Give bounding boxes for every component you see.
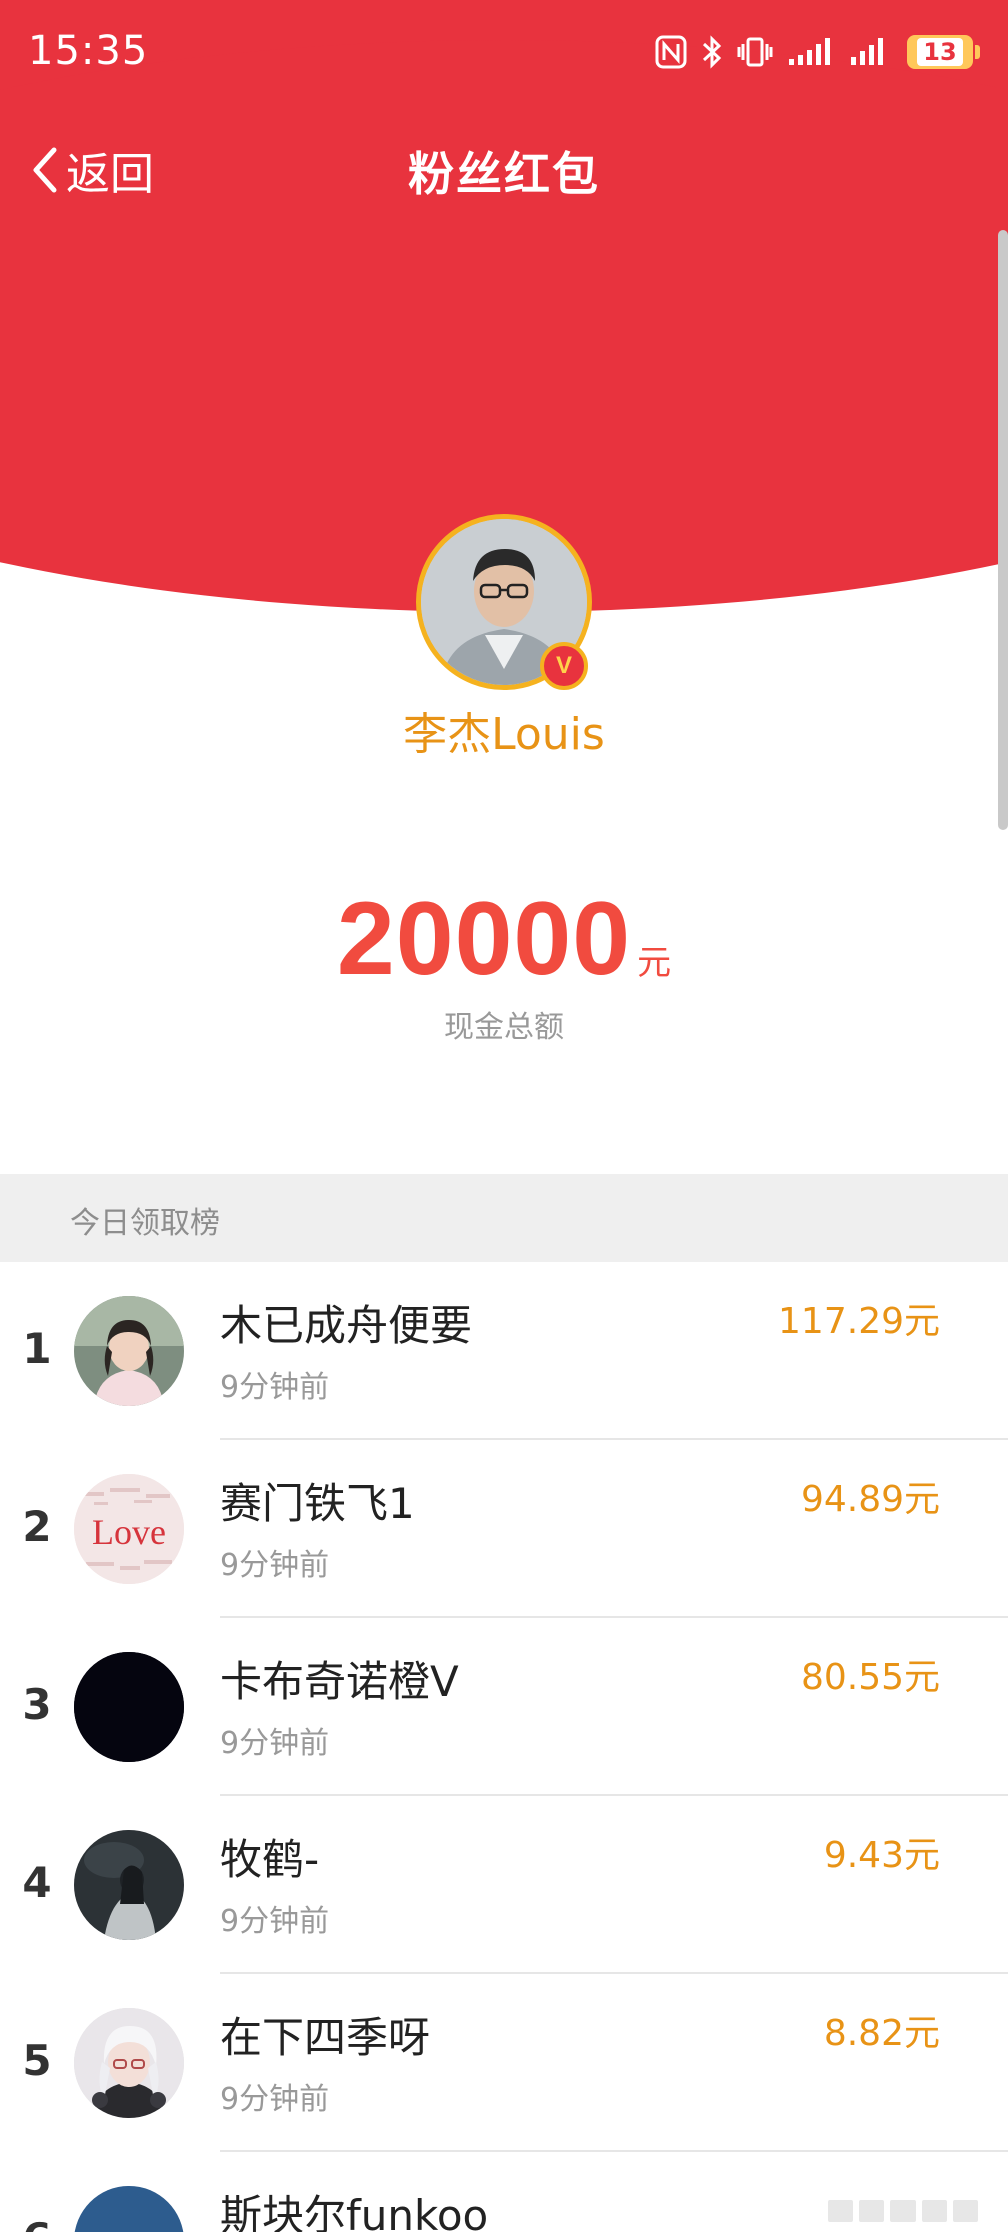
claim-amount: 80.55元 <box>800 1657 940 1698</box>
avatar-photo <box>74 1296 184 1406</box>
claim-amount: 8.82元 <box>823 2013 940 2054</box>
avatar[interactable] <box>74 1830 184 1940</box>
avatar[interactable]: Love <box>74 1474 184 1584</box>
claim-time: 9分钟前 <box>220 1726 330 1761</box>
battery-indicator: 13 <box>907 35 980 69</box>
avatar[interactable] <box>74 1296 184 1406</box>
rank-number: 4 <box>22 1858 52 1907</box>
avatar-photo <box>74 2008 184 2118</box>
avatar[interactable] <box>74 2186 184 2232</box>
user-name: 在下四季呀 <box>220 2013 431 2062</box>
signal-icon <box>789 38 830 65</box>
battery-tip <box>975 45 980 59</box>
status-time: 15:35 <box>28 28 149 74</box>
ranking-header-label: 今日领取榜 <box>70 1206 220 1241</box>
rank-number: 1 <box>22 1324 52 1373</box>
avatar[interactable] <box>74 1652 184 1762</box>
status-icons: 13 <box>655 30 980 74</box>
user-name: 赛门铁飞1 <box>220 1479 415 1528</box>
bluetooth-icon <box>702 35 722 69</box>
verified-badge-letter: V <box>555 652 572 679</box>
claim-time: 9分钟前 <box>220 1904 330 1939</box>
user-name: 卡布奇诺橙V <box>220 1657 459 1706</box>
claim-time: 9分钟前 <box>220 2082 330 2117</box>
list-item[interactable]: 2 Love 赛门铁飞1 9分钟前 94.89元 <box>0 1440 1008 1618</box>
nfc-icon <box>655 35 687 69</box>
total-amount: 20000 元 <box>0 880 1008 999</box>
claim-time: 9分钟前 <box>220 1548 330 1583</box>
list-item[interactable]: 5 在下四季呀 9分钟前 8.82元 <box>0 1974 1008 2152</box>
avatar-photo <box>74 1830 184 1940</box>
battery-level: 13 <box>917 38 963 66</box>
ranking-header: 今日领取榜 <box>0 1174 1008 1262</box>
user-name: 牧鹤- <box>220 1835 320 1884</box>
verified-badge-icon: V <box>540 642 588 690</box>
ranking-list: 1 木已成舟便要 9分钟前 117.29元 2 Love 赛门铁飞1 9分钟前 … <box>0 1262 1008 2232</box>
claim-amount: 94.89元 <box>800 1479 940 1520</box>
claim-amount: 9.43元 <box>823 1835 940 1876</box>
back-label: 返回 <box>66 149 154 200</box>
avatar[interactable] <box>74 2008 184 2118</box>
total-amount-unit: 元 <box>637 943 672 983</box>
creator-name[interactable]: 李杰Louis <box>0 698 1008 762</box>
user-name: 斯块尔funkoo <box>220 2191 489 2232</box>
list-item[interactable]: 3 卡布奇诺橙V 9分钟前 80.55元 <box>0 1618 1008 1796</box>
list-item[interactable]: 1 木已成舟便要 9分钟前 117.29元 <box>0 1262 1008 1440</box>
avatar-love-text: Love <box>92 1512 166 1552</box>
user-name: 木已成舟便要 <box>220 1301 473 1350</box>
rank-number: 6 <box>22 2214 52 2232</box>
watermark <box>828 2200 979 2222</box>
status-bar: 15:35 13 <box>0 0 1008 100</box>
fan-red-packet-page: 15:35 13 粉丝红包 返回 V 李杰Louis 20000 元 现金总额 … <box>0 0 1008 2232</box>
avatar-photo: Love <box>74 1474 184 1584</box>
total-amount-value: 20000 <box>336 881 632 997</box>
vibrate-icon <box>737 37 773 67</box>
claim-amount: 117.29元 <box>778 1301 940 1342</box>
rank-number: 5 <box>22 2036 52 2085</box>
signal-icon <box>851 38 883 65</box>
avatar-photo <box>74 1652 184 1762</box>
rank-number: 3 <box>22 1680 52 1729</box>
avatar-photo <box>74 2186 184 2232</box>
rank-number: 2 <box>22 1502 52 1551</box>
total-amount-caption: 现金总额 <box>444 1010 564 1045</box>
battery-icon: 13 <box>907 35 973 69</box>
chevron-left-icon <box>33 147 57 193</box>
claim-time: 9分钟前 <box>220 1370 330 1405</box>
list-item[interactable]: 4 牧鹤- 9分钟前 9.43元 <box>0 1796 1008 1974</box>
creator-avatar-wrap[interactable]: V <box>416 514 592 690</box>
back-button[interactable]: 返回 <box>30 138 154 202</box>
